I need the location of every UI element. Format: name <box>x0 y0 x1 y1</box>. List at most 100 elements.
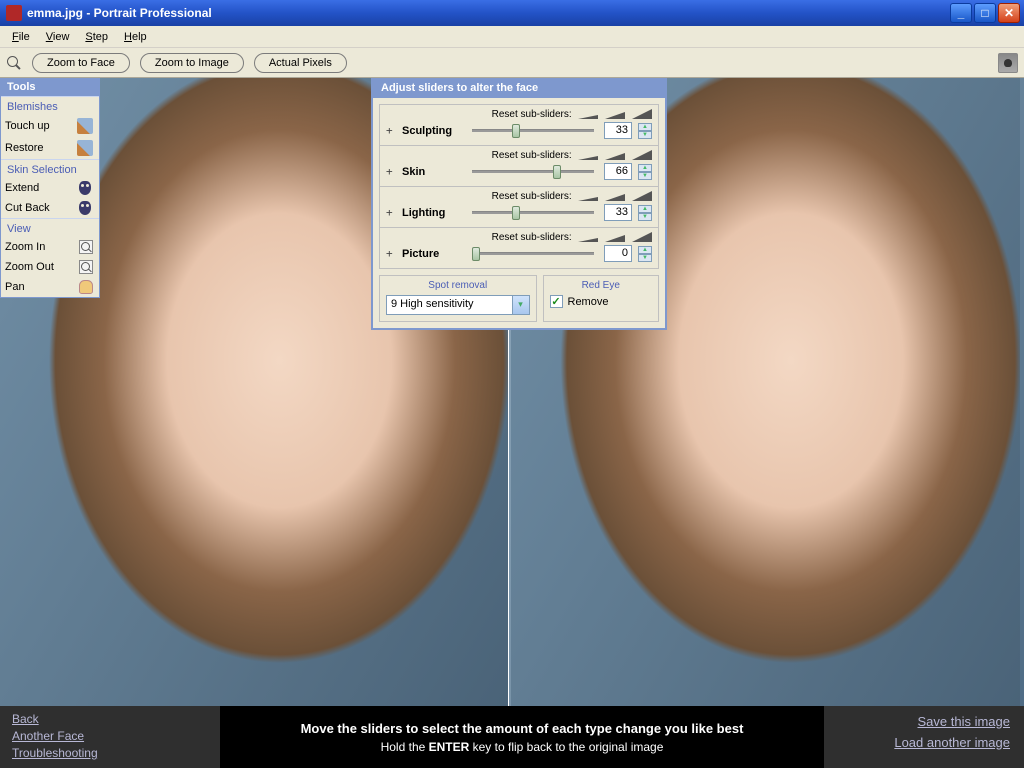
maximize-button[interactable]: □ <box>974 3 996 23</box>
preset-high-icon[interactable] <box>632 191 652 202</box>
slider-box: Reset sub-sliders: + Sculpting 33 ▲▼ Res… <box>379 104 659 269</box>
magnifier-icon[interactable] <box>6 55 22 71</box>
menu-help[interactable]: Help <box>116 28 155 46</box>
spin-up-icon[interactable]: ▲ <box>638 246 652 254</box>
footer: Back Another Face Troubleshooting Move t… <box>0 706 1024 768</box>
restore-tool[interactable]: Restore <box>1 137 99 159</box>
slider-track[interactable] <box>472 211 594 214</box>
reset-sub-sliders-label: Reset sub-sliders: <box>386 232 652 245</box>
profile-icon[interactable] <box>998 53 1018 73</box>
expand-toggle[interactable]: + <box>386 165 396 178</box>
expand-toggle[interactable]: + <box>386 247 396 260</box>
brush-icon <box>77 118 93 134</box>
window-title: emma.jpg - Portrait Professional <box>27 6 950 20</box>
slider-value-input[interactable]: 33 <box>604 122 632 139</box>
cutback-label: Cut Back <box>5 202 50 214</box>
slider-thumb[interactable] <box>472 247 480 261</box>
menu-bar: File View Step Help <box>0 26 1024 48</box>
reset-sub-sliders-label: Reset sub-sliders: <box>386 150 652 163</box>
image-canvas: Tools Blemishes Touch up Restore Skin Se… <box>0 78 1024 706</box>
dropdown-arrow-icon[interactable]: ▾ <box>513 295 530 315</box>
slider-track[interactable] <box>472 252 594 255</box>
zoom-out-label: Zoom Out <box>5 261 54 273</box>
slider-thumb[interactable] <box>512 124 520 138</box>
mask-icon <box>79 181 91 195</box>
spot-sensitivity-value: 9 High sensitivity <box>386 295 513 315</box>
slider-label: Sculpting <box>402 125 462 137</box>
touch-up-label: Touch up <box>5 120 50 132</box>
spin-up-icon[interactable]: ▲ <box>638 123 652 131</box>
spot-sensitivity-dropdown[interactable]: 9 High sensitivity ▾ <box>386 295 530 315</box>
red-eye-title: Red Eye <box>550 280 653 291</box>
spin-up-icon[interactable]: ▲ <box>638 164 652 172</box>
expand-toggle[interactable]: + <box>386 124 396 137</box>
slider-thumb[interactable] <box>512 206 520 220</box>
red-eye-label: Remove <box>568 296 609 308</box>
zoom-to-face-button[interactable]: Zoom to Face <box>32 53 130 73</box>
slider-value-input[interactable]: 33 <box>604 204 632 221</box>
red-eye-fieldset: Red Eye ✓ Remove <box>543 275 660 322</box>
actual-pixels-button[interactable]: Actual Pixels <box>254 53 347 73</box>
another-face-link[interactable]: Another Face <box>12 729 208 743</box>
slider-group-sculpting: Reset sub-sliders: + Sculpting 33 ▲▼ <box>380 105 658 146</box>
app-icon <box>6 5 22 21</box>
preset-low-icon[interactable] <box>578 150 598 161</box>
preset-high-icon[interactable] <box>632 109 652 120</box>
footer-right: Save this image Load another image <box>824 706 1024 768</box>
preset-high-icon[interactable] <box>632 150 652 161</box>
minimize-button[interactable]: _ <box>950 3 972 23</box>
menu-file[interactable]: File <box>4 28 38 46</box>
spin-buttons[interactable]: ▲▼ <box>638 123 652 139</box>
zoom-to-image-button[interactable]: Zoom to Image <box>140 53 244 73</box>
spin-buttons[interactable]: ▲▼ <box>638 205 652 221</box>
zoom-in-tool[interactable]: Zoom In <box>1 237 99 257</box>
title-bar: emma.jpg - Portrait Professional _ □ ✕ <box>0 0 1024 26</box>
view-section: View <box>1 218 99 237</box>
spin-down-icon[interactable]: ▼ <box>638 213 652 221</box>
close-button[interactable]: ✕ <box>998 3 1020 23</box>
preset-med-icon[interactable] <box>605 191 625 202</box>
menu-step[interactable]: Step <box>77 28 116 46</box>
extend-tool[interactable]: Extend <box>1 178 99 198</box>
slider-value-input[interactable]: 0 <box>604 245 632 262</box>
expand-toggle[interactable]: + <box>386 206 396 219</box>
slider-thumb[interactable] <box>553 165 561 179</box>
preset-med-icon[interactable] <box>605 232 625 243</box>
preset-low-icon[interactable] <box>578 191 598 202</box>
slider-track[interactable] <box>472 170 594 173</box>
zoom-out-tool[interactable]: Zoom Out <box>1 257 99 277</box>
blemishes-section: Blemishes <box>1 96 99 115</box>
tools-header: Tools <box>1 78 99 96</box>
spin-buttons[interactable]: ▲▼ <box>638 164 652 180</box>
preset-low-icon[interactable] <box>578 232 598 243</box>
pan-label: Pan <box>5 281 25 293</box>
preset-med-icon[interactable] <box>605 150 625 161</box>
spin-up-icon[interactable]: ▲ <box>638 205 652 213</box>
spin-down-icon[interactable]: ▼ <box>638 254 652 262</box>
preset-low-icon[interactable] <box>578 109 598 120</box>
reset-sub-sliders-label: Reset sub-sliders: <box>386 109 652 122</box>
troubleshooting-link[interactable]: Troubleshooting <box>12 746 208 760</box>
save-image-link[interactable]: Save this image <box>918 714 1011 729</box>
hint-line-1: Move the sliders to select the amount of… <box>301 721 744 736</box>
preset-med-icon[interactable] <box>605 109 625 120</box>
slider-group-skin: Reset sub-sliders: + Skin 66 ▲▼ <box>380 146 658 187</box>
mask-icon <box>79 201 91 215</box>
preset-high-icon[interactable] <box>632 232 652 243</box>
red-eye-checkbox[interactable]: ✓ <box>550 295 563 308</box>
skin-selection-section: Skin Selection <box>1 159 99 178</box>
back-link[interactable]: Back <box>12 712 208 726</box>
footer-center: Move the sliders to select the amount of… <box>220 706 824 768</box>
spin-down-icon[interactable]: ▼ <box>638 172 652 180</box>
reset-sub-sliders-label: Reset sub-sliders: <box>386 191 652 204</box>
spin-down-icon[interactable]: ▼ <box>638 131 652 139</box>
touch-up-tool[interactable]: Touch up <box>1 115 99 137</box>
toolbar: Zoom to Face Zoom to Image Actual Pixels <box>0 48 1024 78</box>
slider-value-input[interactable]: 66 <box>604 163 632 180</box>
cutback-tool[interactable]: Cut Back <box>1 198 99 218</box>
load-image-link[interactable]: Load another image <box>894 735 1010 750</box>
pan-tool[interactable]: Pan <box>1 277 99 297</box>
slider-track[interactable] <box>472 129 594 132</box>
menu-view[interactable]: View <box>38 28 78 46</box>
spin-buttons[interactable]: ▲▼ <box>638 246 652 262</box>
